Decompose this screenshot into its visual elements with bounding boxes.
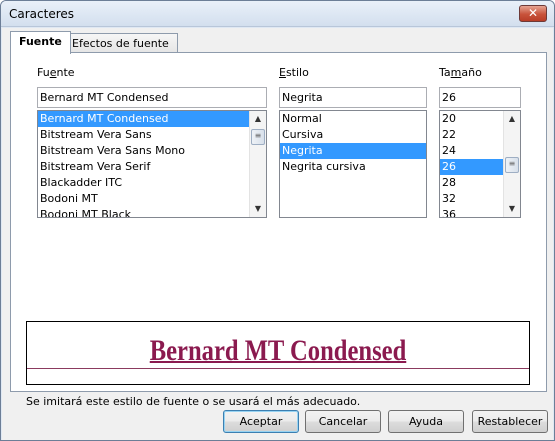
close-icon: ✕: [527, 6, 539, 20]
font-size-list[interactable]: 20 22 24 26 28 32 36 ▲ ≡ ▼: [439, 110, 521, 218]
font-list-item[interactable]: Blackadder ITC: [38, 175, 266, 191]
font-style-list[interactable]: Normal Cursiva Negrita Negrita cursiva: [279, 110, 427, 218]
style-list-item[interactable]: Negrita cursiva: [280, 159, 426, 175]
font-list-item[interactable]: Bodoni MT Black: [38, 207, 266, 217]
scroll-up-icon[interactable]: ▲: [250, 111, 266, 127]
font-style-input[interactable]: Negrita: [279, 87, 427, 108]
cancel-button[interactable]: Cancelar: [305, 410, 381, 433]
scroll-down-icon[interactable]: ▼: [504, 201, 520, 217]
font-preview-box: Bernard MT Condensed: [26, 321, 530, 385]
tab-label: Efectos de fuente: [72, 37, 169, 50]
reset-button[interactable]: Restablecer: [472, 410, 548, 433]
title-bar[interactable]: Caracteres ✕: [1, 1, 554, 27]
preview-text: Bernard MT Condensed: [149, 334, 407, 367]
style-label: Estilo: [279, 66, 309, 79]
font-list-item[interactable]: Bodoni MT: [38, 191, 266, 207]
size-list-scrollbar[interactable]: ▲ ≡ ▼: [503, 111, 520, 217]
close-button[interactable]: ✕: [519, 5, 547, 22]
help-button[interactable]: Ayuda: [388, 410, 464, 433]
ok-button[interactable]: Aceptar: [223, 410, 299, 433]
font-list-item[interactable]: Bernard MT Condensed: [38, 111, 266, 127]
tab-label: Fuente: [19, 35, 62, 48]
scroll-up-icon[interactable]: ▲: [504, 111, 520, 127]
style-list-item[interactable]: Negrita: [280, 143, 426, 159]
preview-baseline: [27, 368, 529, 369]
font-list-item[interactable]: Bitstream Vera Serif: [38, 159, 266, 175]
size-label: Tamaño: [439, 66, 482, 79]
dialog-client-area: Fuente Efectos de fuente Fuente Estilo T…: [2, 28, 553, 440]
font-list-item[interactable]: Bitstream Vera Sans Mono: [38, 143, 266, 159]
tab-efectos-de-fuente[interactable]: Efectos de fuente: [63, 33, 178, 54]
style-list-item[interactable]: Normal: [280, 111, 426, 127]
font-name-input[interactable]: Bernard MT Condensed: [37, 87, 267, 108]
font-dialog-window: Caracteres ✕ Fuente Efectos de fuente Fu…: [0, 0, 555, 441]
tab-panel-fuente: Fuente Estilo Tamaño Bernard MT Condense…: [10, 52, 547, 408]
font-substitution-note: Se imitará este estilo de fuente o se us…: [26, 395, 361, 408]
font-name-list[interactable]: Bernard MT Condensed Bitstream Vera Sans…: [37, 110, 267, 218]
font-size-input[interactable]: 26: [439, 87, 521, 108]
font-label: Fuente: [37, 66, 75, 79]
tab-fuente[interactable]: Fuente: [10, 31, 71, 54]
font-list-item[interactable]: Bitstream Vera Sans: [38, 127, 266, 143]
scroll-thumb[interactable]: ≡: [505, 157, 519, 173]
style-list-item[interactable]: Cursiva: [280, 127, 426, 143]
window-title: Caracteres: [9, 7, 75, 21]
font-list-scrollbar[interactable]: ▲ ≡ ▼: [249, 111, 266, 217]
scroll-down-icon[interactable]: ▼: [250, 201, 266, 217]
scroll-thumb[interactable]: ≡: [251, 129, 265, 145]
